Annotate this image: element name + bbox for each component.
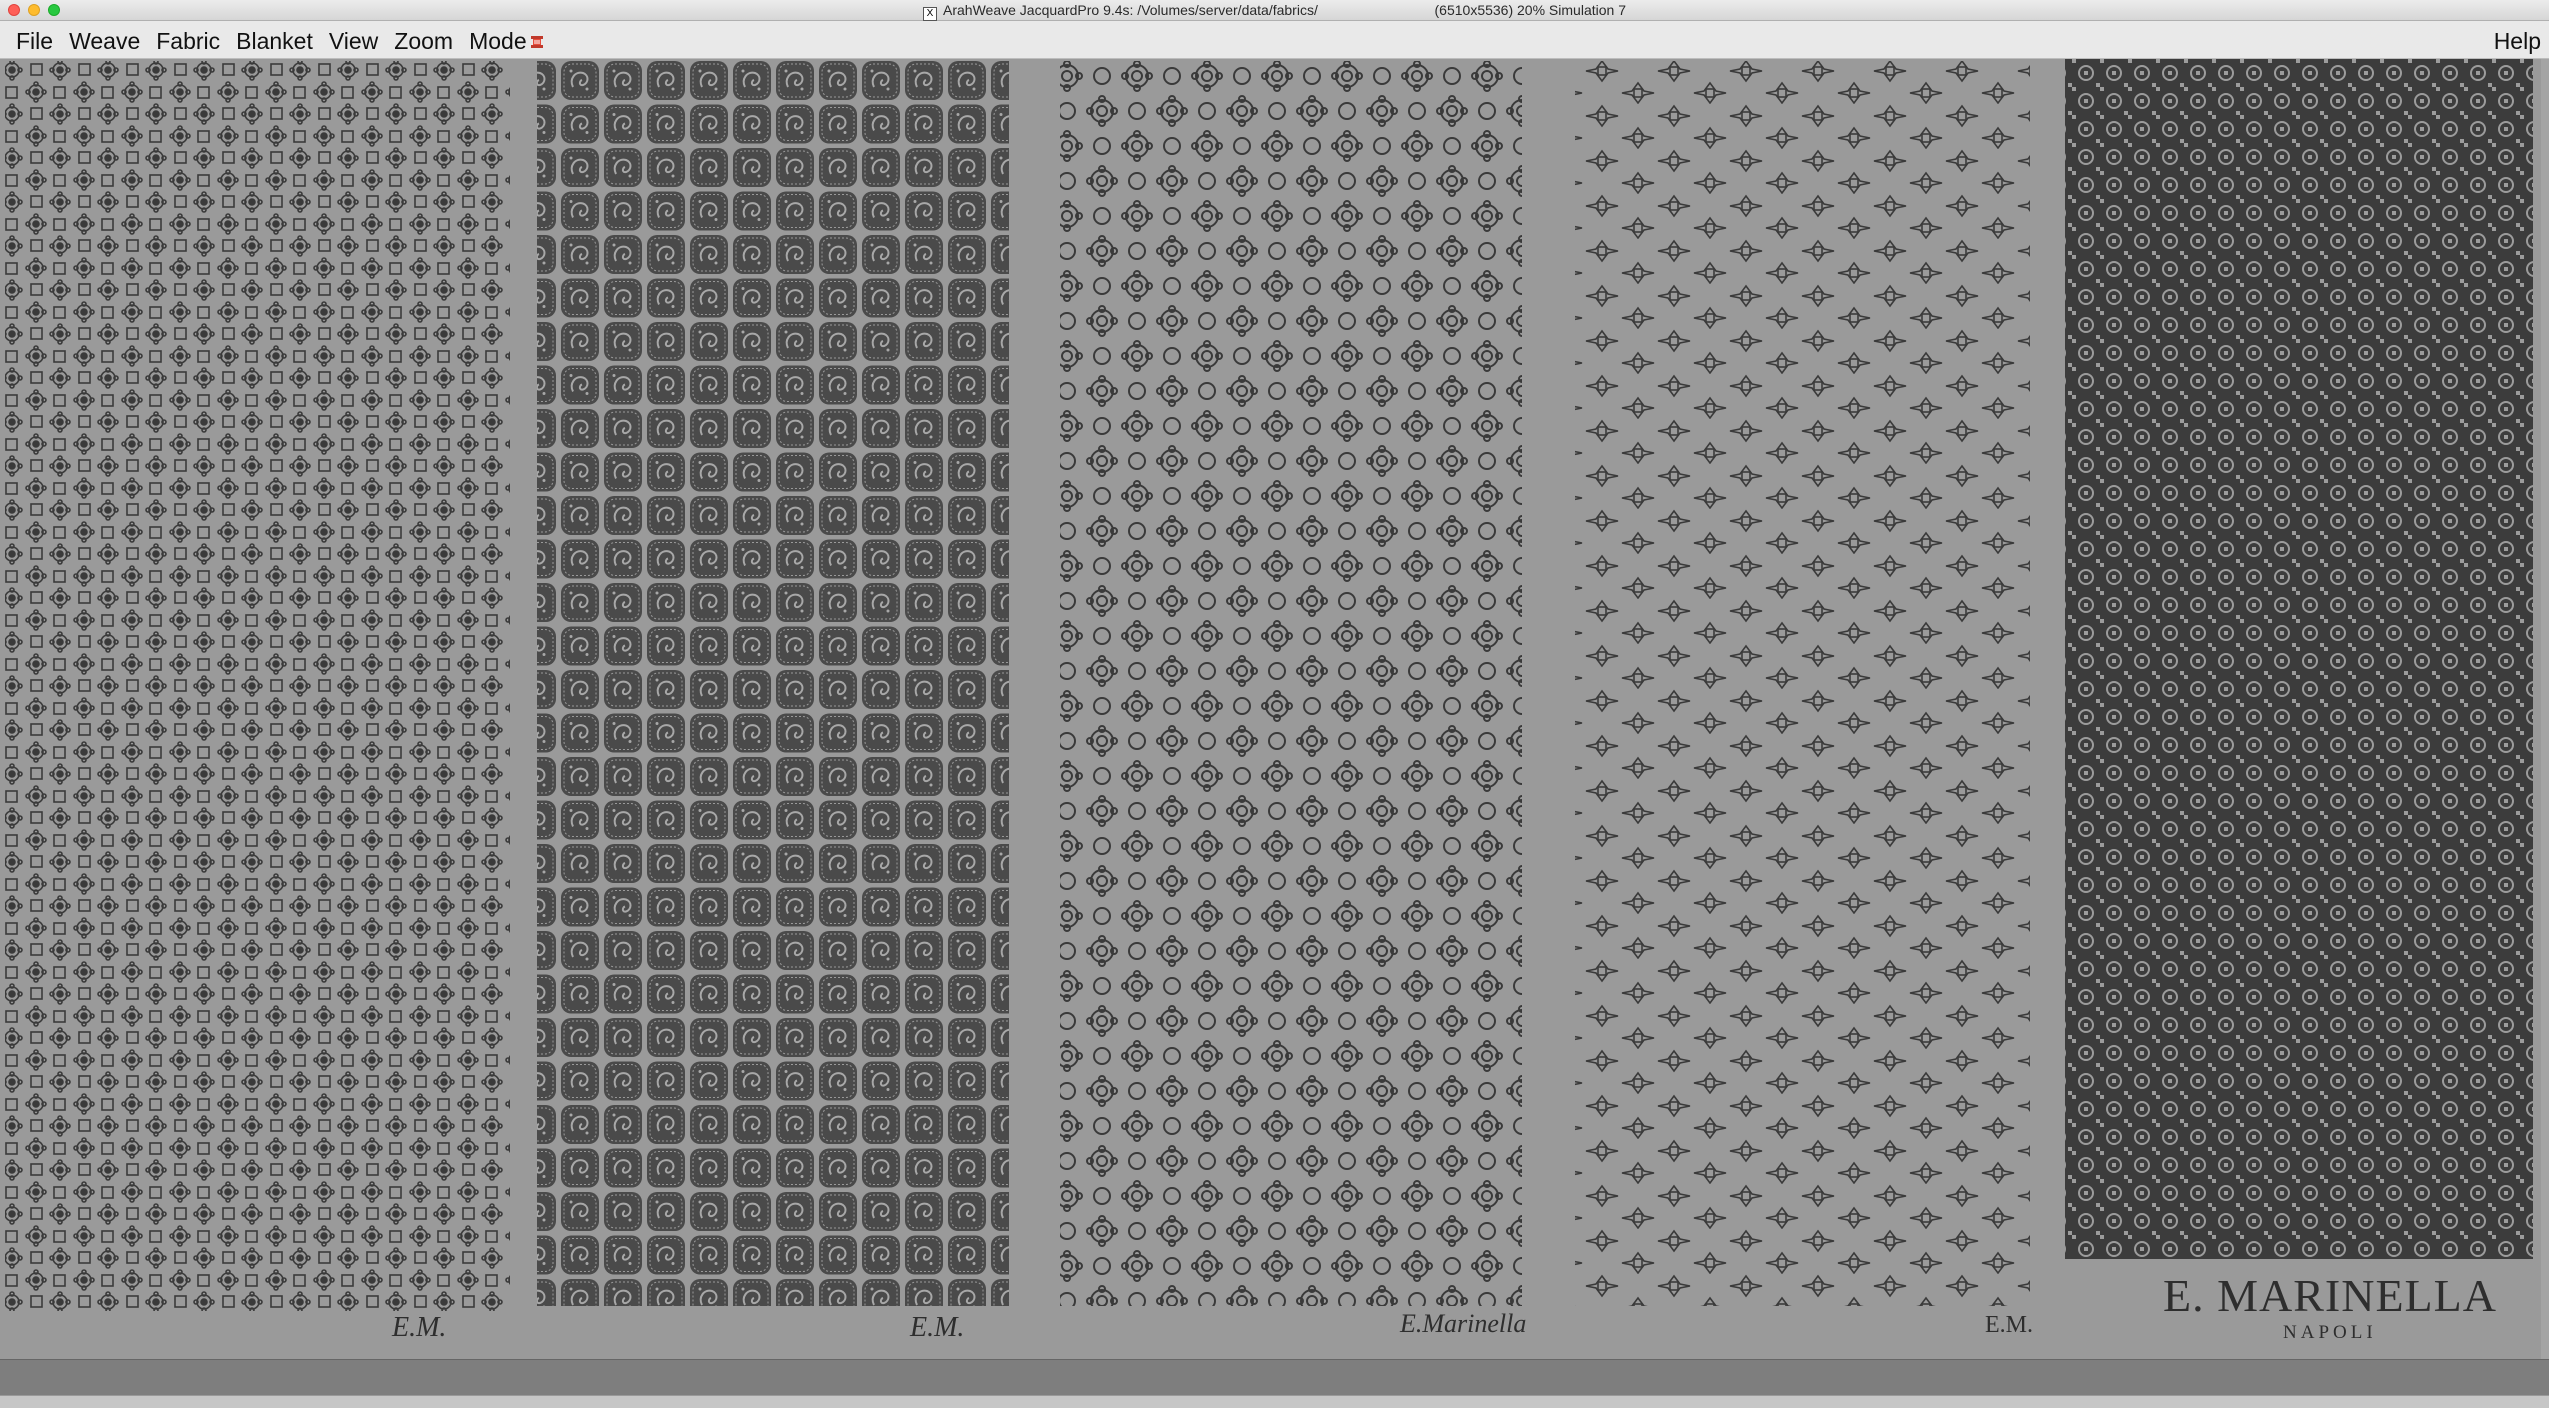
window-title-text: ArahWeave JacquardPro 9.4s: /Volumes/ser… <box>943 2 1626 18</box>
panel-pattern-3 <box>1060 61 1522 1306</box>
menu-file[interactable]: File <box>8 27 61 55</box>
panel-pattern-2 <box>537 61 1009 1306</box>
horizontal-scrollbar[interactable] <box>0 1395 2549 1408</box>
panel-label-1: E.M. <box>392 1312 447 1343</box>
panel-pattern-1 <box>5 61 510 1311</box>
menu-help[interactable]: Help <box>2494 27 2541 55</box>
vertical-scrollbar[interactable] <box>2541 59 2549 1359</box>
menu-blanket[interactable]: Blanket <box>228 27 321 55</box>
panel-label-2: E.M. <box>910 1312 965 1343</box>
menu-mode-label: Mode <box>469 28 527 54</box>
title-bar: X ArahWeave JacquardPro 9.4s: /Volumes/se… <box>0 0 2549 21</box>
fabric-simulation-canvas[interactable]: E.M. E.M. E.Marinella E.M. E. MARINELLA … <box>0 59 2549 1359</box>
menu-list: File Weave Fabric Blanket View Zoom Mode <box>8 27 553 55</box>
menu-zoom[interactable]: Zoom <box>386 27 461 55</box>
spool-icon <box>530 36 543 48</box>
menu-mode[interactable]: Mode <box>461 27 553 55</box>
menu-view[interactable]: View <box>321 27 386 55</box>
menu-fabric[interactable]: Fabric <box>148 27 228 55</box>
panel-label-4: E.M. <box>1985 1312 2033 1338</box>
menu-bar: File Weave Fabric Blanket View Zoom Mode… <box>0 21 2549 59</box>
status-bar <box>0 1359 2549 1395</box>
panel-pattern-4 <box>1575 61 2030 1306</box>
panel-label-3: E.Marinella <box>1400 1309 1527 1338</box>
brand-logo-subtext: NAPOLI <box>2283 1322 2377 1343</box>
fabric-preview <box>5 59 2533 1311</box>
panel-pattern-5 <box>2065 59 2533 1259</box>
brand-logo-text: E. MARINELLA <box>2163 1270 2497 1321</box>
window-title: X ArahWeave JacquardPro 9.4s: /Volumes/se… <box>0 2 2549 21</box>
menu-weave[interactable]: Weave <box>61 27 148 55</box>
app-icon: X <box>923 7 938 21</box>
